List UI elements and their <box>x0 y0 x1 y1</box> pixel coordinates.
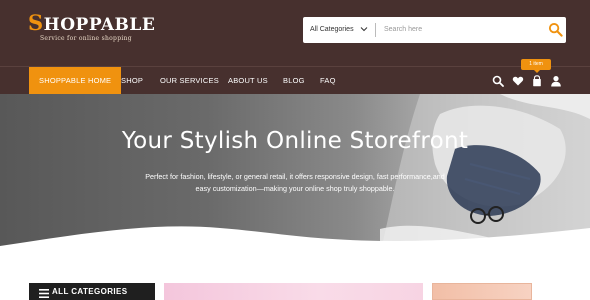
logo[interactable]: SHOPPABLE Service for online shopping <box>28 12 156 42</box>
promo-banner-main[interactable] <box>164 283 423 300</box>
top-header: SHOPPABLE Service for online shopping Al… <box>0 0 590 66</box>
shopping-bag-icon[interactable] <box>531 75 543 87</box>
nav-item-home[interactable]: SHOPPABLE HOME <box>29 67 122 95</box>
cart-count-badge: 1 item <box>521 59 551 73</box>
hero-banner: Your Stylish Online Storefront Perfect f… <box>0 94 590 254</box>
chevron-down-icon[interactable] <box>360 25 368 33</box>
heart-icon[interactable] <box>512 75 524 87</box>
search-icon[interactable] <box>492 75 504 87</box>
nav-item-faq[interactable]: FAQ <box>320 67 336 95</box>
search-input[interactable]: Search here <box>384 17 422 43</box>
logo-tagline: Service for online shopping <box>40 35 132 42</box>
all-categories-button[interactable]: ALL CATEGORIES <box>29 283 155 300</box>
search-divider <box>375 23 376 37</box>
hero-subtitle-line1: Perfect for fashion, lifestyle, or gener… <box>145 172 445 181</box>
search-bar: All Categories Search here <box>303 17 566 43</box>
all-categories-label: ALL CATEGORIES <box>52 287 128 296</box>
main-nav: SHOPPABLE HOME SHOP OUR SERVICES ABOUT U… <box>0 66 590 95</box>
menu-icon <box>39 289 49 298</box>
nav-item-shop[interactable]: SHOP <box>121 67 143 95</box>
promo-banner-side[interactable] <box>432 283 532 300</box>
search-icon[interactable] <box>548 22 563 37</box>
logo-initial: S <box>28 10 44 35</box>
nav-item-blog[interactable]: BLOG <box>283 67 305 95</box>
nav-item-our-services[interactable]: OUR SERVICES <box>160 67 219 95</box>
category-select[interactable]: All Categories <box>310 17 354 43</box>
hero-title: Your Stylish Online Storefront <box>121 128 469 154</box>
user-icon[interactable] <box>550 75 562 87</box>
logo-text: HOPPABLE <box>43 15 156 35</box>
nav-item-about-us[interactable]: ABOUT US <box>228 67 268 95</box>
hero-subtitle-line2: easy customization—making your online sh… <box>195 184 395 193</box>
